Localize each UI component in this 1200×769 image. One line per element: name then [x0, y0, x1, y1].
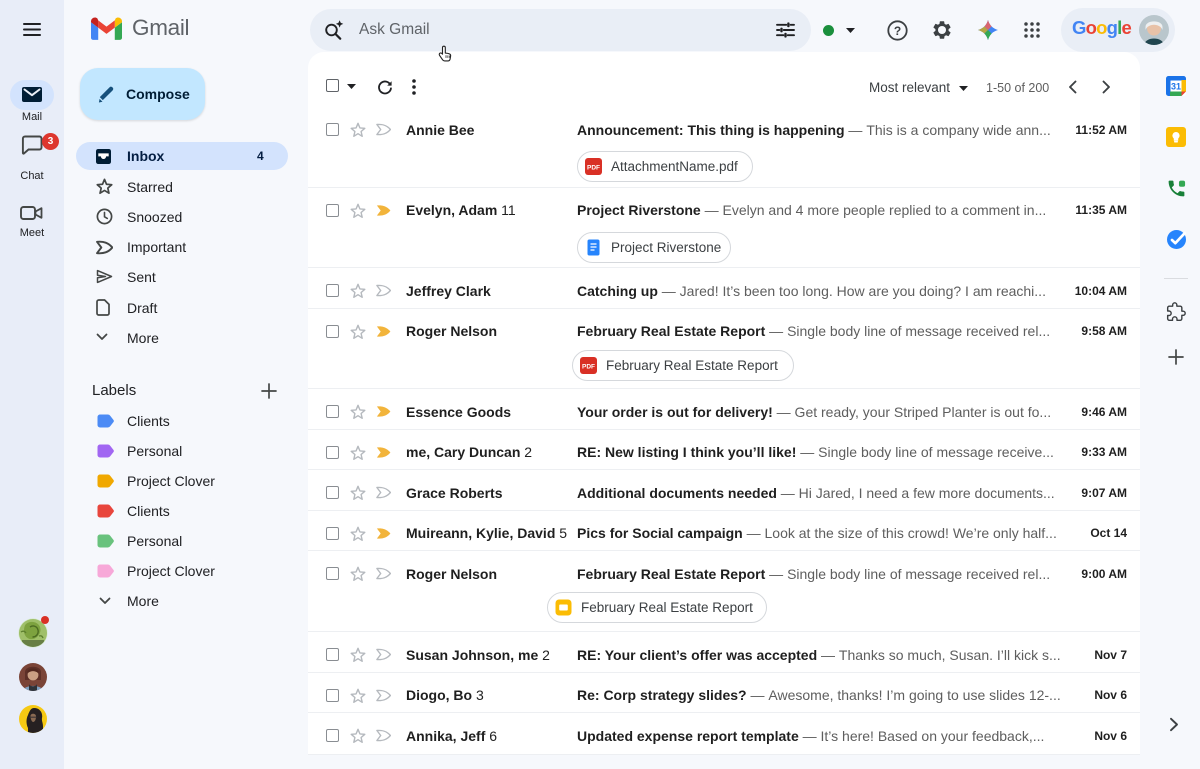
- svg-text:?: ?: [894, 24, 901, 38]
- svg-text:PDF: PDF: [587, 165, 600, 172]
- svg-text:31: 31: [1171, 82, 1181, 92]
- svg-text:PDF: PDF: [582, 364, 595, 371]
